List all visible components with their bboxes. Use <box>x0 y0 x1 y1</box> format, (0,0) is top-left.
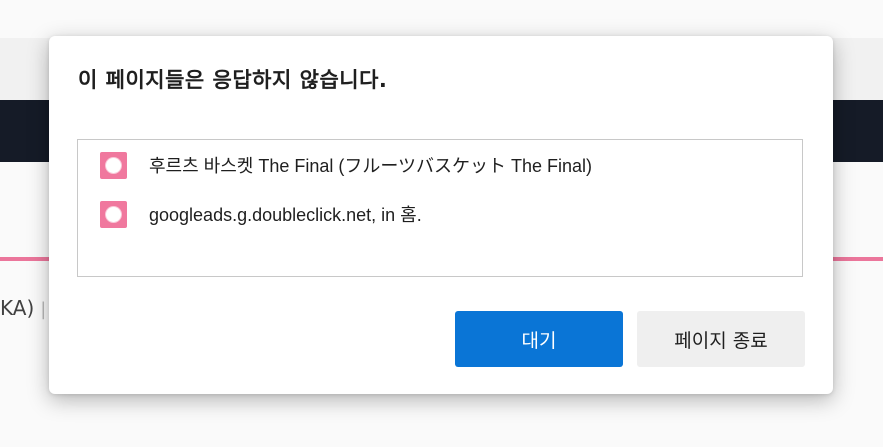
exit-pages-button[interactable]: 페이지 종료 <box>637 311 805 367</box>
page-favicon-icon <box>100 200 127 228</box>
list-item[interactable]: googleads.g.doubleclick.net, in 홈. <box>100 200 422 228</box>
wait-button[interactable]: 대기 <box>455 311 623 367</box>
favicon-dot <box>106 206 121 222</box>
favicon-dot <box>106 157 121 173</box>
unresponsive-pages-list: 후르츠 바스켓 The Final (フルーツバスケット The Final) … <box>77 139 803 277</box>
list-item-label: googleads.g.doubleclick.net, in 홈. <box>149 205 422 225</box>
list-item[interactable]: 후르츠 바스켓 The Final (フルーツバスケット The Final) <box>100 151 592 179</box>
unresponsive-pages-dialog: 이 페이지들은 응답하지 않습니다. 후르츠 바스켓 The Final (フル… <box>49 36 833 394</box>
page-favicon-icon <box>100 151 127 179</box>
list-item-label: 후르츠 바스켓 The Final (フルーツバスケット The Final) <box>149 156 593 176</box>
dialog-title: 이 페이지들은 응답하지 않습니다. <box>78 68 388 92</box>
